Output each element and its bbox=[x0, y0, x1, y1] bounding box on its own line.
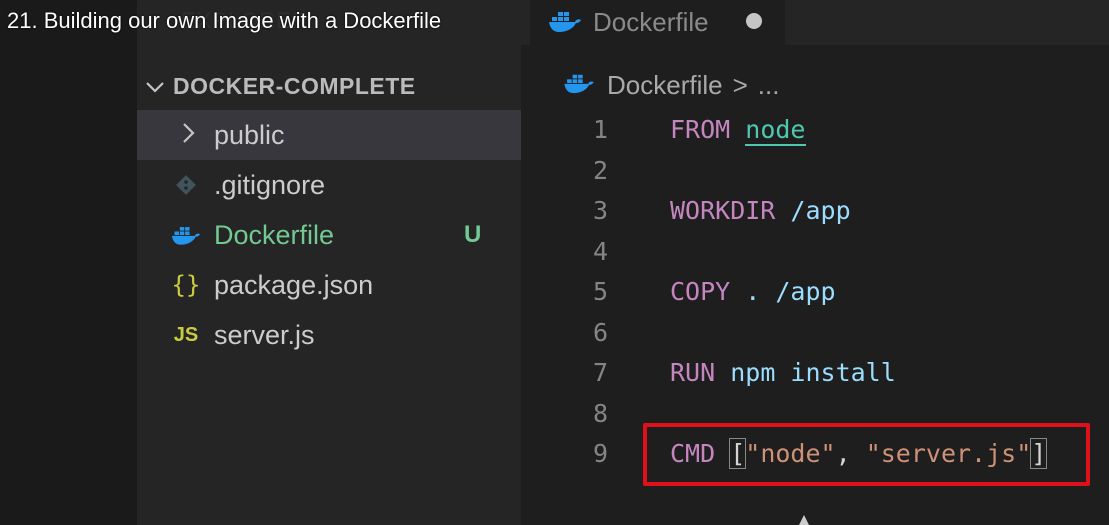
breadcrumb-more[interactable]: ... bbox=[758, 70, 780, 101]
code-line-6[interactable]: 6 bbox=[521, 318, 1109, 358]
line-number: 3 bbox=[593, 196, 609, 225]
unsaved-dot-icon[interactable] bbox=[746, 13, 762, 29]
json-braces-icon: {} bbox=[171, 271, 201, 299]
keyword: WORKDIR bbox=[670, 196, 776, 225]
breadcrumb-file[interactable]: Dockerfile bbox=[607, 70, 723, 101]
tab-dockerfile[interactable]: Dockerfile bbox=[530, 0, 785, 45]
chevron-right-icon bbox=[181, 120, 195, 151]
line-number: 2 bbox=[593, 156, 609, 185]
js-icon: JS bbox=[173, 323, 199, 346]
argument: npm install bbox=[730, 358, 896, 387]
sidebar-item-label: .gitignore bbox=[214, 169, 326, 200]
code-line-2[interactable]: 2 bbox=[521, 156, 1109, 196]
sidebar-item-label: public bbox=[214, 119, 285, 150]
argument: . /app bbox=[745, 277, 836, 306]
keyword: FROM bbox=[670, 115, 731, 144]
line-number: 9 bbox=[593, 439, 609, 468]
docker-icon bbox=[563, 70, 595, 101]
sidebar-item-package-json[interactable]: {} package.json bbox=[137, 260, 521, 310]
argument: /app bbox=[790, 196, 851, 225]
line-number: 6 bbox=[593, 318, 609, 347]
code-line-7[interactable]: 7 RUN npm install bbox=[521, 358, 1109, 398]
sidebar-item-gitignore[interactable]: .gitignore bbox=[137, 160, 521, 210]
line-number: 4 bbox=[593, 237, 609, 266]
code-line-3[interactable]: 3 WORKDIR /app bbox=[521, 196, 1109, 236]
sidebar-item-label: package.json bbox=[214, 269, 374, 300]
sidebar-item-dockerfile[interactable]: Dockerfile U bbox=[137, 210, 521, 260]
line-number: 5 bbox=[593, 277, 609, 306]
line-number: 8 bbox=[593, 399, 609, 428]
keyword: RUN bbox=[670, 358, 716, 387]
section-title: DOCKER-COMPLETE bbox=[173, 72, 416, 99]
sidebar-item-public[interactable]: public bbox=[137, 110, 521, 160]
untracked-badge: U bbox=[464, 221, 482, 248]
keyword: COPY bbox=[670, 277, 731, 306]
explorer-section-header[interactable]: DOCKER-COMPLETE bbox=[145, 70, 416, 102]
breadcrumb-separator: > bbox=[732, 69, 748, 100]
docker-icon bbox=[548, 9, 582, 38]
docker-icon bbox=[171, 223, 201, 247]
breadcrumb[interactable]: Dockerfile > ... bbox=[563, 68, 779, 102]
video-title: 21. Building our own Image with a Docker… bbox=[7, 8, 442, 33]
sidebar-item-label: Dockerfile bbox=[214, 219, 335, 250]
line-number: 7 bbox=[593, 358, 609, 387]
base-image-link[interactable]: node bbox=[745, 115, 806, 146]
mouse-cursor-icon bbox=[799, 515, 809, 525]
chevron-down-icon bbox=[145, 73, 173, 100]
line-number: 1 bbox=[593, 115, 609, 144]
sidebar-item-label: server.js bbox=[214, 319, 315, 350]
activity-bar bbox=[0, 0, 137, 525]
code-line-4[interactable]: 4 bbox=[521, 237, 1109, 277]
highlight-box bbox=[643, 423, 1090, 486]
tab-label: Dockerfile bbox=[593, 7, 709, 37]
code-line-1[interactable]: 1 FROM node bbox=[521, 115, 1109, 155]
git-icon bbox=[171, 173, 201, 197]
sidebar-item-server-js[interactable]: JS server.js bbox=[137, 310, 521, 360]
code-line-5[interactable]: 5 COPY . /app bbox=[521, 277, 1109, 317]
